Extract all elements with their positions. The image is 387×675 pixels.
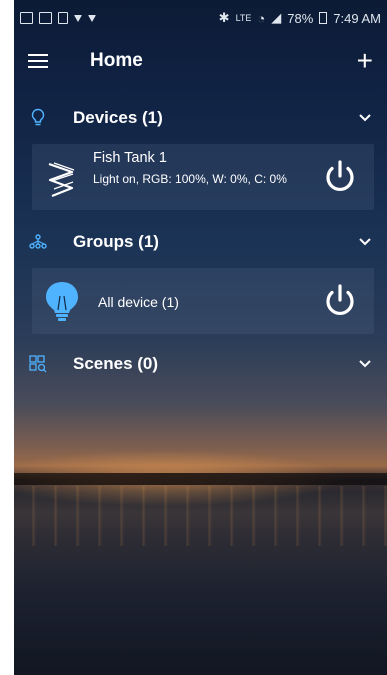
lightbulb-outline-icon	[28, 108, 48, 128]
download-icon-2	[88, 14, 96, 22]
status-left-icons	[20, 12, 96, 24]
groups-section-header[interactable]: Groups (1)	[14, 220, 387, 264]
wifi-icon: ◔	[257, 10, 266, 26]
gallery-icon	[39, 12, 52, 24]
page-title: Home	[90, 50, 143, 71]
battery-icon	[319, 12, 328, 24]
volte-icon: LTE	[235, 13, 252, 23]
water-reflection	[14, 486, 387, 546]
devices-chevron-down-icon[interactable]	[357, 110, 373, 126]
device-card-fish-tank[interactable]: Fish Tank 1 Light on, RGB: 100%, W: 0%, …	[32, 144, 374, 210]
battery-percent: 78%	[287, 10, 314, 26]
device-status: Light on, RGB: 100%, W: 0%, C: 0%	[93, 172, 287, 186]
led-strip-icon	[48, 162, 75, 198]
scenes-section-header[interactable]: Scenes (0)	[14, 342, 387, 386]
group-card-all-device[interactable]: All device (1)	[32, 268, 374, 334]
download-icon	[74, 14, 82, 22]
clock: 7:49 AM	[333, 10, 381, 26]
scenes-title: Scenes (0)	[73, 354, 159, 373]
hamburger-menu-icon[interactable]	[28, 54, 48, 68]
app-bar: Home +	[14, 36, 387, 86]
device-power-button[interactable]	[320, 158, 360, 198]
groups-title: Groups (1)	[73, 232, 159, 251]
status-bar: ✱ LTE ◔ ◢ 78% 7:49 AM	[14, 0, 387, 36]
signal-icon: ◢	[271, 10, 282, 25]
group-power-button[interactable]	[320, 282, 360, 322]
network-icon	[28, 232, 48, 252]
device-name: Fish Tank 1	[93, 150, 167, 166]
scenes-grid-icon	[28, 354, 48, 374]
devices-section-header[interactable]: Devices (1)	[14, 96, 387, 140]
group-name: All device (1)	[98, 294, 179, 310]
mail-icon	[20, 12, 33, 24]
phone-screen: ✱ LTE ◔ ◢ 78% 7:49 AM Home + Devices (1)	[14, 0, 387, 675]
app-notification-icon	[58, 12, 68, 24]
devices-title: Devices (1)	[73, 108, 163, 127]
bulb-filled-icon	[46, 282, 78, 321]
groups-chevron-down-icon[interactable]	[357, 234, 373, 250]
scenes-chevron-down-icon[interactable]	[357, 356, 373, 372]
add-button[interactable]: +	[357, 47, 373, 75]
bluetooth-icon: ✱	[218, 10, 230, 25]
status-right-icons: ✱ LTE ◔ ◢ 78% 7:49 AM	[219, 10, 381, 26]
